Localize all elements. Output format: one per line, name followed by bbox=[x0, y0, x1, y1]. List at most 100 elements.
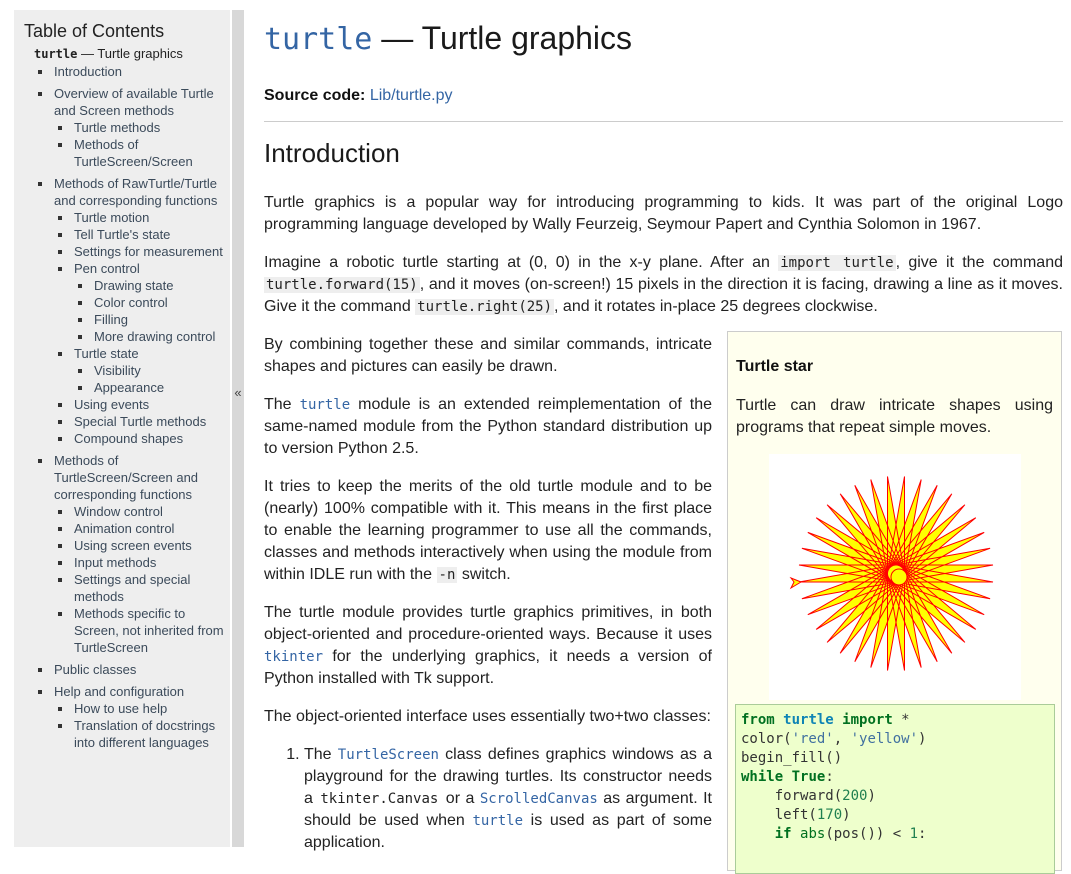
toc-link[interactable]: Methods specific to Screen, not inherite… bbox=[74, 606, 224, 655]
toc-link[interactable]: Settings for measurement bbox=[74, 244, 223, 259]
toc-item: Introduction bbox=[34, 63, 230, 80]
source-code-line: Source code: Lib/turtle.py bbox=[264, 87, 1063, 105]
scrolledcanvas-link[interactable]: ScrolledCanvas bbox=[480, 790, 598, 807]
toc-link[interactable]: Using screen events bbox=[74, 538, 192, 553]
section-title-introduction: Introduction bbox=[264, 138, 400, 168]
toc-link[interactable]: Help and configuration bbox=[54, 684, 184, 699]
toc-item: Methods of TurtleScreen/Screen bbox=[54, 136, 230, 170]
toc-item: Drawing state bbox=[74, 277, 230, 294]
toc-item: Settings and special methods bbox=[54, 571, 230, 605]
toc-item: Special Turtle methods bbox=[54, 413, 230, 430]
sidebar-toc: Table of Contents turtle — Turtle graphi… bbox=[14, 10, 230, 847]
toc-item: Tell Turtle's state bbox=[54, 226, 230, 243]
toc-link[interactable]: Methods of TurtleScreen/Screen and corre… bbox=[54, 453, 198, 502]
toc-link[interactable]: Appearance bbox=[94, 380, 164, 395]
turtlescreen-link[interactable]: TurtleScreen bbox=[338, 746, 439, 763]
toc-top-link[interactable]: turtle — Turtle graphics bbox=[34, 45, 230, 63]
inline-code: tkinter.Canvas bbox=[320, 791, 439, 807]
toc-item: Turtle state Visibility Appearance bbox=[54, 345, 230, 396]
toc-sublist: Turtle methods Methods of TurtleScreen/Sc… bbox=[54, 119, 230, 170]
toc-top-code: turtle bbox=[34, 47, 78, 61]
toc-item: Settings for measurement bbox=[54, 243, 230, 260]
body-column: By combining together these and similar … bbox=[264, 334, 712, 854]
toc-item: Turtle motion bbox=[54, 209, 230, 226]
text: The turtle module provides turtle graphi… bbox=[264, 604, 712, 643]
toc-item: Using screen events bbox=[54, 537, 230, 554]
toc-item: How to use help bbox=[54, 700, 230, 717]
link-code: ScrolledCanvas bbox=[479, 791, 598, 807]
toc-item: Animation control bbox=[54, 520, 230, 537]
toc-link[interactable]: Input methods bbox=[74, 555, 156, 570]
toc-top-text: — Turtle graphics bbox=[77, 46, 183, 61]
turtle-cursor-icon bbox=[789, 576, 803, 590]
toc-link[interactable]: Public classes bbox=[54, 662, 136, 677]
page-title-text: — Turtle graphics bbox=[372, 20, 633, 56]
sidebar-collapse-button[interactable]: « bbox=[232, 10, 244, 847]
page-title: turtle — Turtle graphics bbox=[264, 20, 1063, 57]
text: The bbox=[304, 746, 338, 763]
toc-link[interactable]: Settings and special methods bbox=[74, 572, 190, 604]
toc-sublist: How to use help Translation of docstrings… bbox=[54, 700, 230, 751]
text: switch. bbox=[457, 566, 511, 583]
toc-link[interactable]: Pen control bbox=[74, 261, 140, 276]
sidebar-box-text: Turtle can draw intricate shapes using p… bbox=[736, 397, 1053, 436]
toc-item: Help and configuration How to use help Tra… bbox=[34, 683, 230, 751]
link-code: turtle bbox=[299, 397, 351, 413]
text: , and it rotates in-place 25 degrees clo… bbox=[554, 298, 878, 315]
link-code: tkinter bbox=[264, 649, 324, 665]
intro-paragraph-1: Turtle graphics is a popular way for int… bbox=[264, 194, 1063, 233]
toc-link[interactable]: Methods of RawTurtle/Turtle and correspo… bbox=[54, 176, 217, 208]
toc-sublist: Visibility Appearance bbox=[74, 362, 230, 396]
classes-list: The TurtleScreen class defines graphics … bbox=[264, 744, 712, 854]
toc-item: Window control bbox=[54, 503, 230, 520]
divider bbox=[264, 121, 1063, 122]
toc-link[interactable]: Filling bbox=[94, 312, 128, 327]
toc-link[interactable]: Special Turtle methods bbox=[74, 414, 206, 429]
toc-link[interactable]: Turtle state bbox=[74, 346, 139, 361]
toc-link[interactable]: Window control bbox=[74, 504, 163, 519]
toc-link[interactable]: Translation of docstrings into different… bbox=[74, 718, 215, 750]
toc-sublist: Turtle motion Tell Turtle's state Settings… bbox=[54, 209, 230, 447]
source-link[interactable]: Lib/turtle.py bbox=[370, 87, 453, 104]
toc-item: Appearance bbox=[74, 379, 230, 396]
turtle-link[interactable]: turtle bbox=[472, 812, 523, 829]
inline-code: -n bbox=[436, 567, 458, 583]
toc-link[interactable]: Tell Turtle's state bbox=[74, 227, 170, 242]
text: The bbox=[264, 396, 300, 413]
toc-item: Color control bbox=[74, 294, 230, 311]
toc-sublist: Drawing state Color control Filling More dr… bbox=[74, 277, 230, 345]
toc-item: Visibility bbox=[74, 362, 230, 379]
toc-link[interactable]: Turtle methods bbox=[74, 120, 160, 135]
toc-link[interactable]: More drawing control bbox=[94, 329, 215, 344]
toc-link[interactable]: Introduction bbox=[54, 64, 122, 79]
toc-link[interactable]: Using events bbox=[74, 397, 149, 412]
inline-code: import turtle bbox=[778, 255, 896, 271]
text: for the underlying graphics, it needs a … bbox=[264, 648, 712, 687]
toc-item: Turtle methods bbox=[54, 119, 230, 136]
toc-item: Methods of TurtleScreen/Screen and corre… bbox=[34, 452, 230, 656]
turtle-star-svg bbox=[789, 476, 994, 671]
toc-link[interactable]: Color control bbox=[94, 295, 168, 310]
toc-sublist: Introduction Overview of available Turtle… bbox=[34, 63, 230, 751]
inline-code: turtle.forward(15) bbox=[264, 277, 420, 293]
text: , give it the command bbox=[895, 254, 1063, 271]
link-code: turtle bbox=[472, 813, 524, 829]
toc-item: Translation of docstrings into different… bbox=[54, 717, 230, 751]
toc-link[interactable]: Turtle motion bbox=[74, 210, 149, 225]
toc-link[interactable]: How to use help bbox=[74, 701, 167, 716]
toc-link[interactable]: Methods of TurtleScreen/Screen bbox=[74, 137, 193, 169]
turtle-module-link[interactable]: turtle bbox=[300, 396, 351, 413]
toc-item: More drawing control bbox=[74, 328, 230, 345]
paragraph-3: By combining together these and similar … bbox=[264, 336, 712, 375]
tkinter-link[interactable]: tkinter bbox=[264, 648, 323, 665]
toc-link[interactable]: Compound shapes bbox=[74, 431, 183, 446]
toc-link[interactable]: Visibility bbox=[94, 363, 141, 378]
toc-link[interactable]: Drawing state bbox=[94, 278, 173, 293]
toc-link[interactable]: Animation control bbox=[74, 521, 174, 536]
star-center bbox=[890, 568, 908, 586]
toc-item: Methods specific to Screen, not inherite… bbox=[54, 605, 230, 656]
turtle-star-sidebar: Turtle star Turtle can draw intricate sh… bbox=[727, 331, 1062, 874]
text: Imagine a robotic turtle starting at (0,… bbox=[264, 254, 779, 271]
toc-link[interactable]: Overview of available Turtle and Screen … bbox=[54, 86, 214, 118]
text: or a bbox=[440, 790, 480, 807]
